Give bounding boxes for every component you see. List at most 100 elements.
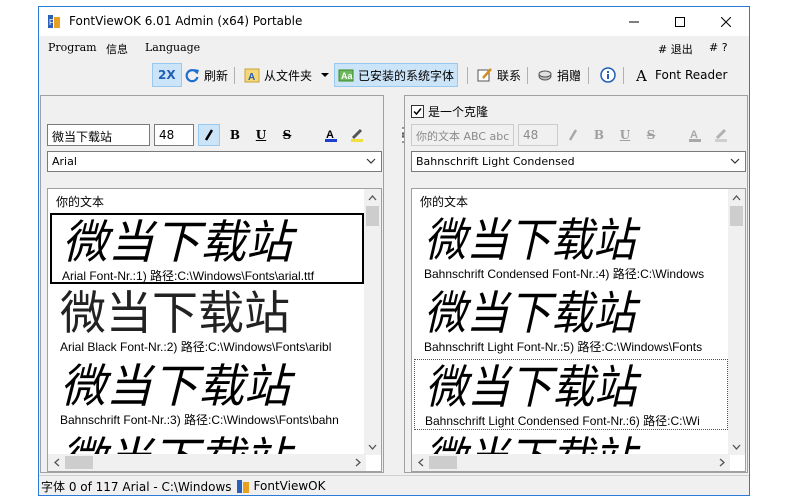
title-bar[interactable]: F FontViewOK 6.01 Admin (x64) Portable (39, 7, 749, 36)
contact-label: 联系 (497, 68, 522, 83)
scroll-right-icon[interactable] (349, 454, 366, 471)
dropdown-arrow-icon (321, 73, 329, 77)
refresh-button[interactable]: 刷新 (180, 63, 232, 87)
scroll-down-icon[interactable] (728, 438, 745, 455)
scroll-thumb[interactable] (429, 456, 457, 469)
font-color-icon: A (689, 129, 701, 142)
font-reader-button[interactable]: A Font Reader (631, 63, 731, 87)
close-button[interactable] (703, 7, 749, 36)
svg-text:F: F (49, 18, 54, 27)
installed-fonts-button[interactable]: Aa 已安装的系统字体 (334, 63, 459, 87)
installed-fonts-icon: Aa (338, 69, 354, 82)
scroll-up-icon[interactable] (728, 189, 745, 206)
strikethrough-button[interactable]: S (640, 124, 662, 146)
right-sample-text-input[interactable]: 你的文本 ABC abc (411, 124, 514, 146)
refresh-icon (185, 69, 199, 83)
menu-language[interactable]: Language (145, 41, 200, 54)
scroll-down-icon[interactable] (364, 438, 381, 455)
font-sample-text: 微当下载站 (62, 215, 292, 269)
checkmark-icon (413, 108, 422, 116)
font-file-icon: A (244, 68, 260, 83)
font-sample-item[interactable]: 微当下载站 Arial Black Font-Nr.:2) 路径:C:\Wind… (50, 286, 364, 357)
menu-bar: Program 信息 Language # 退出 # ? (39, 37, 749, 59)
right-format-row: 你的文本 ABC abc 48 B U S A (411, 124, 749, 146)
pane-splitter[interactable] (386, 95, 402, 473)
zoom-button[interactable]: 2X (152, 63, 182, 87)
toolbar-separator (527, 67, 528, 84)
font-sample-item[interactable]: 微当下载站 Arial Font-Nr.:1) 路径:C:\Windows\Fo… (50, 213, 364, 284)
left-size-input[interactable]: 48 (154, 124, 194, 146)
left-preview-list[interactable]: 你的文本 微当下载站 Arial Font-Nr.:1) 路径:C:\Windo… (47, 188, 382, 472)
chevron-down-icon (730, 158, 740, 164)
scroll-right-icon[interactable] (713, 454, 730, 471)
right-size-input[interactable]: 48 (518, 124, 558, 146)
app-icon: F (48, 15, 60, 28)
minimize-button[interactable] (611, 7, 657, 36)
status-bar: 字体 0 of 117 Arial - C:\Windows FontViewO… (39, 475, 749, 495)
scroll-left-icon[interactable] (412, 454, 429, 471)
toolbar: 2X 刷新 A 从文件夹 Aa 已安装的系统字体 联系 捐赠 A Font Re… (39, 61, 749, 91)
underline-icon: U (255, 128, 267, 142)
font-sample-item[interactable]: 微当下载站 Bahnschrift Condensed Font-Nr.:4) … (414, 213, 728, 284)
right-preview-list[interactable]: 你的文本 微当下载站 Bahnschrift Condensed Font-Nr… (411, 188, 746, 472)
clone-checkbox-row[interactable]: 是一个克隆 (411, 103, 488, 120)
strikethrough-button[interactable]: S (276, 124, 298, 146)
close-icon (721, 16, 731, 27)
font-color-button[interactable]: A (320, 124, 342, 146)
right-horizontal-scrollbar[interactable] (412, 454, 730, 471)
left-vertical-scrollbar[interactable] (364, 189, 381, 455)
highlight-button[interactable] (346, 124, 368, 146)
menu-help[interactable]: # ? (709, 41, 728, 54)
highlight-icon (351, 128, 363, 142)
bold-button[interactable]: B (224, 124, 246, 146)
right-font-select-value: Bahnschrift Light Condensed (416, 155, 575, 168)
underline-button[interactable]: U (250, 124, 272, 146)
scroll-left-icon[interactable] (48, 454, 65, 471)
menu-exit[interactable]: # 退出 (658, 41, 693, 57)
scroll-thumb[interactable] (366, 206, 379, 226)
bold-button[interactable]: B (588, 124, 610, 146)
right-font-select[interactable]: Bahnschrift Light Condensed (411, 151, 746, 172)
info-button[interactable] (596, 63, 620, 87)
font-sample-item[interactable]: 微当下载站 Bahnschrift Font-Nr.:3) 路径:C:\Wind… (50, 359, 364, 430)
highlight-button[interactable] (710, 124, 732, 146)
menu-info[interactable]: 信息 (106, 41, 128, 57)
strikethrough-icon: S (646, 128, 656, 142)
right-preview-label: 你的文本 (420, 195, 469, 209)
chevron-down-icon (366, 158, 376, 164)
left-sample-text-input[interactable]: 微当下载站 (47, 124, 150, 146)
left-font-select[interactable]: Arial (47, 151, 382, 172)
font-color-button[interactable]: A (684, 124, 706, 146)
scroll-thumb[interactable] (65, 456, 93, 469)
donate-button[interactable]: 捐赠 (533, 63, 585, 87)
from-folder-dropdown[interactable] (319, 63, 331, 87)
underline-button[interactable]: U (614, 124, 636, 146)
maximize-button[interactable] (657, 7, 703, 36)
font-sample-item[interactable]: 微当下载站 Bahnschrift Light Font-Nr.:5) 路径:C… (414, 286, 728, 357)
font-sample-text: 微当下载站 (60, 286, 290, 340)
italic-button[interactable] (562, 124, 584, 146)
toolbar-separator (467, 67, 468, 84)
font-sample-text: 微当下载站 (424, 286, 636, 340)
contact-button[interactable]: 联系 (473, 63, 525, 87)
scroll-up-icon[interactable] (364, 189, 381, 206)
from-folder-button[interactable]: A 从文件夹 (240, 63, 316, 87)
underline-icon: U (619, 128, 631, 142)
app-icon (236, 479, 249, 493)
clone-checkbox[interactable] (411, 105, 424, 118)
right-vertical-scrollbar[interactable] (728, 189, 745, 455)
clone-checkbox-label: 是一个克隆 (428, 105, 489, 119)
font-sample-item[interactable]: 微当下载站 Bahnschrift Light Condensed Font-N… (414, 359, 728, 430)
window-title: FontViewOK 6.01 Admin (x64) Portable (69, 14, 303, 28)
status-app-name: FontViewOK (253, 479, 326, 493)
italic-button[interactable] (198, 124, 220, 146)
toolbar-separator (234, 67, 235, 84)
menu-program[interactable]: Program (48, 41, 97, 54)
left-horizontal-scrollbar[interactable] (48, 454, 366, 471)
from-folder-label: 从文件夹 (264, 68, 313, 83)
scroll-thumb[interactable] (730, 206, 743, 226)
